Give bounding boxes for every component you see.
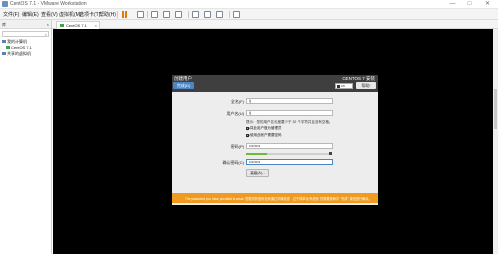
tree-item-label: 共享的虚拟机 xyxy=(7,51,31,56)
menu-bar: 文件(F) 编辑(E) 查看(V) 虚拟机(M) 选项卡(T) 帮助(H) xyxy=(0,9,498,20)
fullname-field[interactable]: lj xyxy=(246,98,333,104)
console-icon[interactable] xyxy=(216,11,223,18)
done-button[interactable]: 完成(D) xyxy=(173,82,194,89)
library-panel: 库 × ⌕ 我的计算机 CentOS 7.1 共享的虚拟机 xyxy=(0,20,52,254)
password-strength-bar xyxy=(246,153,331,155)
keyboard-icon xyxy=(337,85,340,88)
checkbox-checked-icon xyxy=(246,133,249,137)
library-search-input[interactable]: ⌕ xyxy=(2,31,49,37)
confirm-password-field[interactable]: •••••••• xyxy=(246,159,333,165)
scrollbar-thumb[interactable] xyxy=(494,89,497,129)
computer-icon xyxy=(2,40,6,44)
vm-tab-icon xyxy=(60,24,64,28)
menu-view[interactable]: 查看(V) xyxy=(41,11,58,18)
library-title: 库 xyxy=(2,22,6,27)
help-button[interactable]: 帮助! xyxy=(356,82,376,89)
toolbar-divider xyxy=(188,11,189,18)
library-tree: 我的计算机 CentOS 7.1 共享的虚拟机 xyxy=(2,39,32,57)
shared-folder-icon xyxy=(2,52,6,56)
fullname-label: 全名(F) xyxy=(230,99,244,104)
send-keys-icon[interactable] xyxy=(137,11,144,18)
menu-help[interactable]: 帮助(H) xyxy=(99,11,116,18)
maximize-button[interactable]: □ xyxy=(463,0,476,9)
username-field[interactable]: lj xyxy=(246,110,333,116)
toolbar-divider xyxy=(229,11,230,18)
menu-edit[interactable]: 编辑(E) xyxy=(22,11,39,18)
password-field[interactable]: •••••••• xyxy=(246,143,333,149)
admin-checkbox-label: 将此用户做为管理员 xyxy=(250,126,282,130)
window-title: CentOS 7.1 - VMware Workstation xyxy=(10,1,87,7)
tab-label: CentOS 7.1 xyxy=(66,23,87,28)
toolbar-divider xyxy=(117,11,118,18)
fullscreen-icon[interactable] xyxy=(192,11,199,18)
admin-checkbox[interactable]: 将此用户做为管理员 xyxy=(246,126,282,131)
stretch-icon[interactable] xyxy=(233,11,240,18)
library-close-icon[interactable]: × xyxy=(47,22,49,27)
tab-close-icon[interactable]: × xyxy=(95,23,97,28)
revert-icon[interactable] xyxy=(163,11,170,18)
tree-item-label: 我的计算机 xyxy=(7,39,27,44)
checkbox-checked-icon xyxy=(246,126,249,130)
tree-item-label: CentOS 7.1 xyxy=(11,45,32,50)
tree-item-shared-vms[interactable]: 共享的虚拟机 xyxy=(2,51,32,57)
unity-icon[interactable] xyxy=(204,11,211,18)
toolbar-divider xyxy=(147,11,148,18)
close-button[interactable]: ✕ xyxy=(481,0,494,9)
minimize-button[interactable]: — xyxy=(446,0,459,9)
username-label: 用户名(U) xyxy=(226,111,244,116)
vertical-scrollbar[interactable] xyxy=(493,29,498,254)
keyboard-layout-indicator[interactable]: cn xyxy=(335,83,353,89)
pause-icon[interactable] xyxy=(121,11,128,18)
advanced-button[interactable]: 高级(A)... xyxy=(246,169,269,177)
menu-tabs[interactable]: 选项卡(T) xyxy=(79,11,100,18)
title-bar: CentOS 7.1 - VMware Workstation — □ ✕ xyxy=(0,0,498,9)
username-hint: 提示：您的用户名长度要少于 32 个字符并且没有空格。 xyxy=(246,120,333,124)
installer-header: 创建用户 完成(D) CENTOS 7 安装 cn 帮助! xyxy=(172,75,378,92)
snapshot-icon[interactable] xyxy=(151,11,158,18)
password-strength-icon xyxy=(329,152,332,155)
tab-strip: CentOS 7.1 × xyxy=(52,20,498,29)
tab-centos[interactable]: CentOS 7.1 × xyxy=(56,21,100,29)
require-password-checkbox[interactable]: 使用此帐户需要密码 xyxy=(246,133,282,138)
warning-text: The password you have provided is weak: … xyxy=(185,197,372,201)
create-user-screen: 创建用户 完成(D) CENTOS 7 安装 cn 帮助! 全名(F) lj 用… xyxy=(172,75,378,205)
password-label: 密码(P) xyxy=(230,144,244,149)
vm-icon xyxy=(6,46,10,50)
library-header: 库 × xyxy=(0,20,51,29)
require-password-label: 使用此帐户需要密码 xyxy=(250,133,282,137)
snapshot-manager-icon[interactable] xyxy=(175,11,182,18)
password-strength-fill xyxy=(246,153,268,155)
weak-password-warning: The password you have provided is weak: … xyxy=(172,193,378,203)
confirm-password-label: 确认密码(C) xyxy=(222,160,244,165)
search-icon: ⌕ xyxy=(44,32,47,37)
vmware-app-icon xyxy=(2,1,8,7)
menu-file[interactable]: 文件(F) xyxy=(3,11,19,18)
keyboard-layout-label: cn xyxy=(341,84,345,88)
